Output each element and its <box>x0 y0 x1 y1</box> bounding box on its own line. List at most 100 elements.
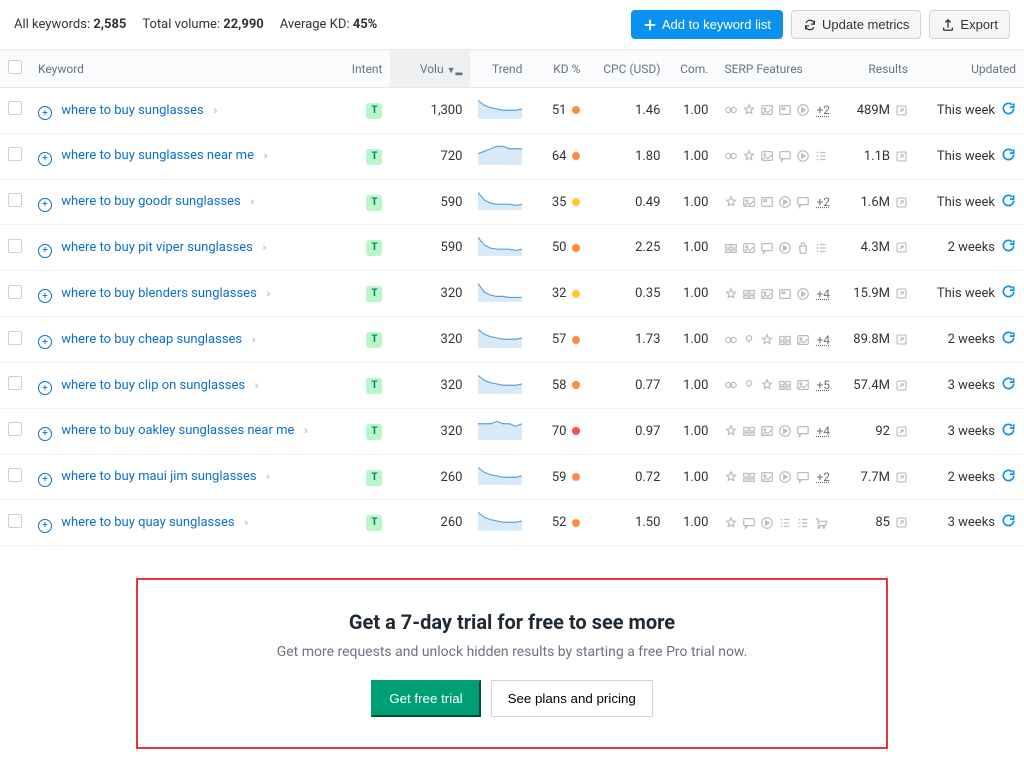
expand-icon[interactable]: + <box>38 152 52 166</box>
col-com[interactable]: Com. <box>668 50 716 88</box>
link-serp-icon[interactable] <box>724 378 738 392</box>
open-serp-icon[interactable] <box>895 471 908 484</box>
refresh-row-icon[interactable] <box>1001 101 1016 120</box>
serp-more[interactable]: +4 <box>816 424 830 438</box>
row-checkbox[interactable] <box>8 147 22 161</box>
star-serp-icon[interactable] <box>742 149 756 163</box>
cart-serp-icon[interactable] <box>814 516 828 530</box>
keyword-link[interactable]: where to buy maui jim sunglasses <box>61 469 256 484</box>
play-serp-icon[interactable] <box>778 241 792 255</box>
image-serp-icon[interactable] <box>760 424 774 438</box>
open-serp-icon[interactable] <box>895 333 908 346</box>
refresh-row-icon[interactable] <box>1001 330 1016 349</box>
row-checkbox[interactable] <box>8 422 22 436</box>
keyword-link[interactable]: where to buy sunglasses near me <box>61 148 254 163</box>
serp-more[interactable]: +2 <box>816 470 830 484</box>
open-serp-icon[interactable] <box>895 150 908 163</box>
image-serp-icon[interactable] <box>760 287 774 301</box>
col-cpc[interactable]: CPC (USD) <box>588 50 668 88</box>
image-serp-icon[interactable] <box>796 378 810 392</box>
play-serp-icon[interactable] <box>796 103 810 117</box>
see-plans-button[interactable]: See plans and pricing <box>491 680 653 717</box>
expand-icon[interactable]: + <box>38 335 52 349</box>
msg-serp-icon[interactable] <box>796 470 810 484</box>
video-serp-icon[interactable] <box>778 103 792 117</box>
expand-icon[interactable]: + <box>38 289 52 303</box>
star-serp-icon[interactable] <box>724 516 738 530</box>
box-serp-icon[interactable] <box>724 241 738 255</box>
refresh-row-icon[interactable] <box>1001 376 1016 395</box>
keyword-link[interactable]: where to buy pit viper sunglasses <box>61 240 253 255</box>
play-serp-icon[interactable] <box>778 195 792 209</box>
video-serp-icon[interactable] <box>778 287 792 301</box>
expand-icon[interactable]: + <box>38 244 52 258</box>
list-serp-icon[interactable] <box>814 241 828 255</box>
image-serp-icon[interactable] <box>796 333 810 347</box>
play-serp-icon[interactable] <box>760 516 774 530</box>
col-keyword[interactable]: Keyword <box>30 50 342 88</box>
add-to-keyword-list-button[interactable]: Add to keyword list <box>631 10 783 39</box>
open-serp-icon[interactable] <box>895 104 908 117</box>
keyword-link[interactable]: where to buy quay sunglasses <box>61 515 234 530</box>
play-serp-icon[interactable] <box>796 287 810 301</box>
image-serp-icon[interactable] <box>760 103 774 117</box>
expand-icon[interactable]: + <box>38 381 52 395</box>
image-serp-icon[interactable] <box>760 149 774 163</box>
col-serp[interactable]: SERP Features <box>716 50 838 88</box>
msg-serp-icon[interactable] <box>778 149 792 163</box>
box-serp-icon[interactable] <box>778 333 792 347</box>
open-serp-icon[interactable] <box>895 287 908 300</box>
row-checkbox[interactable] <box>8 514 22 528</box>
open-serp-icon[interactable] <box>895 425 908 438</box>
q-serp-icon[interactable] <box>742 333 756 347</box>
keyword-link[interactable]: where to buy blenders sunglasses <box>61 286 257 301</box>
export-button[interactable]: Export <box>929 10 1010 39</box>
star-serp-icon[interactable] <box>724 470 738 484</box>
box-serp-icon[interactable] <box>742 424 756 438</box>
col-results[interactable]: Results <box>838 50 916 88</box>
video-serp-icon[interactable] <box>760 195 774 209</box>
col-kd[interactable]: KD % <box>530 50 588 88</box>
msg-serp-icon[interactable] <box>760 241 774 255</box>
expand-icon[interactable]: + <box>38 519 52 533</box>
refresh-row-icon[interactable] <box>1001 468 1016 487</box>
keyword-link[interactable]: where to buy sunglasses <box>61 103 203 118</box>
col-trend[interactable]: Trend <box>470 50 530 88</box>
open-serp-icon[interactable] <box>895 379 908 392</box>
get-free-trial-button[interactable]: Get free trial <box>371 680 480 717</box>
row-checkbox[interactable] <box>8 193 22 207</box>
bag-serp-icon[interactable] <box>796 241 810 255</box>
expand-icon[interactable]: + <box>38 198 52 212</box>
msg-serp-icon[interactable] <box>742 516 756 530</box>
refresh-row-icon[interactable] <box>1001 238 1016 257</box>
serp-more[interactable]: +5 <box>816 378 830 392</box>
q-serp-icon[interactable] <box>742 378 756 392</box>
play-serp-icon[interactable] <box>778 470 792 484</box>
row-checkbox[interactable] <box>8 331 22 345</box>
link-serp-icon[interactable] <box>724 333 738 347</box>
list-serp-icon[interactable] <box>796 516 810 530</box>
serp-more[interactable]: +2 <box>816 103 830 117</box>
row-checkbox[interactable] <box>8 468 22 482</box>
row-checkbox[interactable] <box>8 376 22 390</box>
image-serp-icon[interactable] <box>760 470 774 484</box>
expand-icon[interactable]: + <box>38 427 52 441</box>
refresh-row-icon[interactable] <box>1001 422 1016 441</box>
expand-icon[interactable]: + <box>38 473 52 487</box>
keyword-link[interactable]: where to buy goodr sunglasses <box>61 194 241 209</box>
update-metrics-button[interactable]: Update metrics <box>791 10 921 39</box>
row-checkbox[interactable] <box>8 101 22 115</box>
open-serp-icon[interactable] <box>895 196 908 209</box>
star-serp-icon[interactable] <box>724 424 738 438</box>
row-checkbox[interactable] <box>8 285 22 299</box>
serp-more[interactable]: +4 <box>816 333 830 347</box>
open-serp-icon[interactable] <box>895 241 908 254</box>
col-intent[interactable]: Intent <box>342 50 390 88</box>
image-serp-icon[interactable] <box>742 195 756 209</box>
link-serp-icon[interactable] <box>724 103 738 117</box>
star-serp-icon[interactable] <box>724 287 738 301</box>
image-serp-icon[interactable] <box>742 241 756 255</box>
keyword-link[interactable]: where to buy clip on sunglasses <box>61 378 245 393</box>
keyword-link[interactable]: where to buy oakley sunglasses near me <box>61 423 294 438</box>
box-serp-icon[interactable] <box>742 470 756 484</box>
